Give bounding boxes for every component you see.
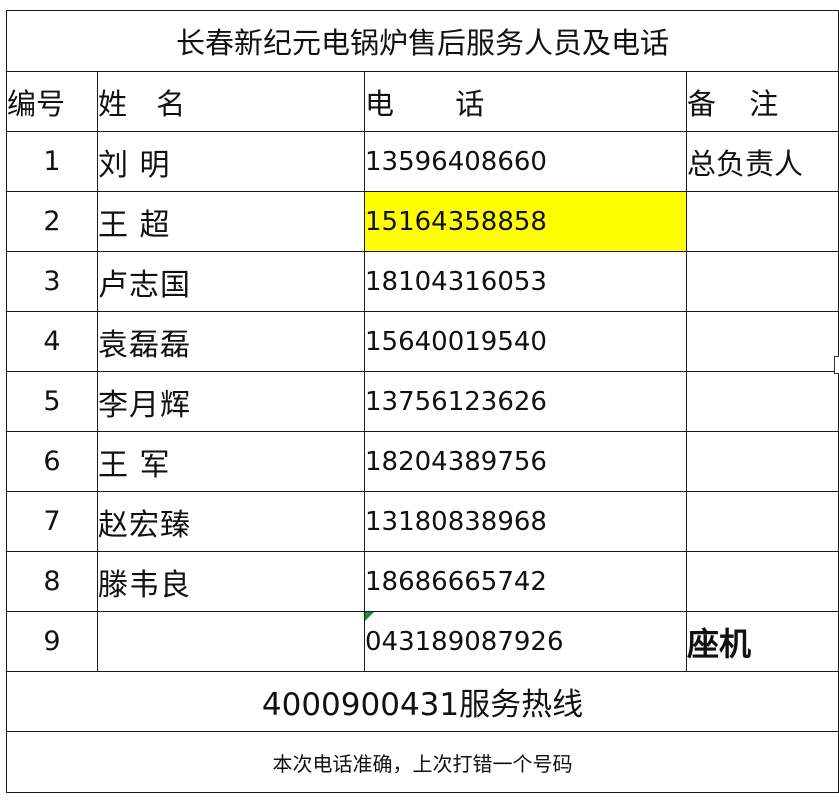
- table-row: 4 袁磊磊 15640019540: [6, 311, 839, 372]
- spreadsheet-page: 长春新纪元电锅炉售后服务人员及电话 编号 姓 名 电 话 备 注 1刘 明 135…: [0, 0, 839, 804]
- header-row: 编号 姓 名 电 话 备 注: [6, 71, 839, 132]
- remark: [685, 191, 839, 252]
- person-name: 王 超: [97, 191, 365, 252]
- row-number: 2: [6, 191, 98, 252]
- phone-number: 18204389756: [364, 431, 687, 492]
- remark: [685, 251, 839, 312]
- row-number: 6: [6, 431, 98, 492]
- table-row: 8 滕韦良 18686665742: [6, 551, 839, 612]
- person-name: 王 军: [97, 431, 365, 492]
- phone-number: 13756123626: [364, 371, 687, 432]
- remark: [685, 431, 839, 492]
- remark: [685, 371, 839, 432]
- phone-number: 15164358858: [364, 191, 687, 252]
- table-row: 6王 军 18204389756: [6, 431, 839, 492]
- row-number: 3: [6, 251, 98, 312]
- person-name: 李月辉: [97, 371, 365, 432]
- title-row: 长春新纪元电锅炉售后服务人员及电话: [5, 10, 839, 72]
- remark: [685, 491, 839, 552]
- remark: [685, 551, 839, 612]
- phone-number: 13180838968: [364, 491, 687, 552]
- phone-number: 18686665742: [364, 551, 687, 612]
- phone-number: 15640019540: [364, 311, 687, 372]
- table-row: 7 赵宏臻 13180838968: [6, 491, 839, 552]
- header-name: 姓 名: [97, 71, 365, 132]
- phone-number: 13596408660: [364, 131, 687, 192]
- row-number: 7: [6, 491, 98, 552]
- person-name: [97, 611, 365, 672]
- row-number: 1: [6, 131, 98, 192]
- header-num: 编号: [6, 71, 98, 132]
- table-title: 长春新纪元电锅炉售后服务人员及电话: [5, 10, 839, 72]
- remark: [685, 311, 839, 372]
- resize-cursor-icon: [834, 356, 839, 374]
- footnote-row: 本次电话准确，上次打错一个号码: [5, 731, 839, 793]
- remark: 总负责人: [685, 131, 839, 192]
- table-row: 5 李月辉 13756123626: [6, 371, 839, 432]
- person-name: 刘 明: [97, 131, 365, 192]
- phone-number: 043189087926: [364, 611, 687, 672]
- row-number: 8: [6, 551, 98, 612]
- table-row: 1刘 明 13596408660 总负责人: [6, 131, 839, 192]
- person-name: 赵宏臻: [97, 491, 365, 552]
- person-name: 滕韦良: [97, 551, 365, 612]
- row-number: 4: [6, 311, 98, 372]
- table-row: 9 043189087926 座机: [6, 611, 839, 672]
- person-name: 袁磊磊: [97, 311, 365, 372]
- service-contact-table: 长春新纪元电锅炉售后服务人员及电话 编号 姓 名 电 话 备 注 1刘 明 135…: [5, 10, 839, 793]
- phone-number: 18104316053: [364, 251, 687, 312]
- hotline-text: 4000900431服务热线: [5, 671, 839, 732]
- header-note: 备 注: [685, 71, 839, 132]
- hotline-row: 4000900431服务热线: [5, 671, 839, 732]
- row-number: 5: [6, 371, 98, 432]
- person-name: 卢志国: [97, 251, 365, 312]
- footnote-text: 本次电话准确，上次打错一个号码: [5, 731, 839, 793]
- comment-indicator-icon: [365, 612, 374, 621]
- remark: 座机: [685, 611, 839, 672]
- row-number: 9: [6, 611, 98, 672]
- header-phone: 电 话: [364, 71, 687, 132]
- table-row: 2王 超 15164358858: [6, 191, 839, 252]
- table-row: 3 卢志国 18104316053: [6, 251, 839, 312]
